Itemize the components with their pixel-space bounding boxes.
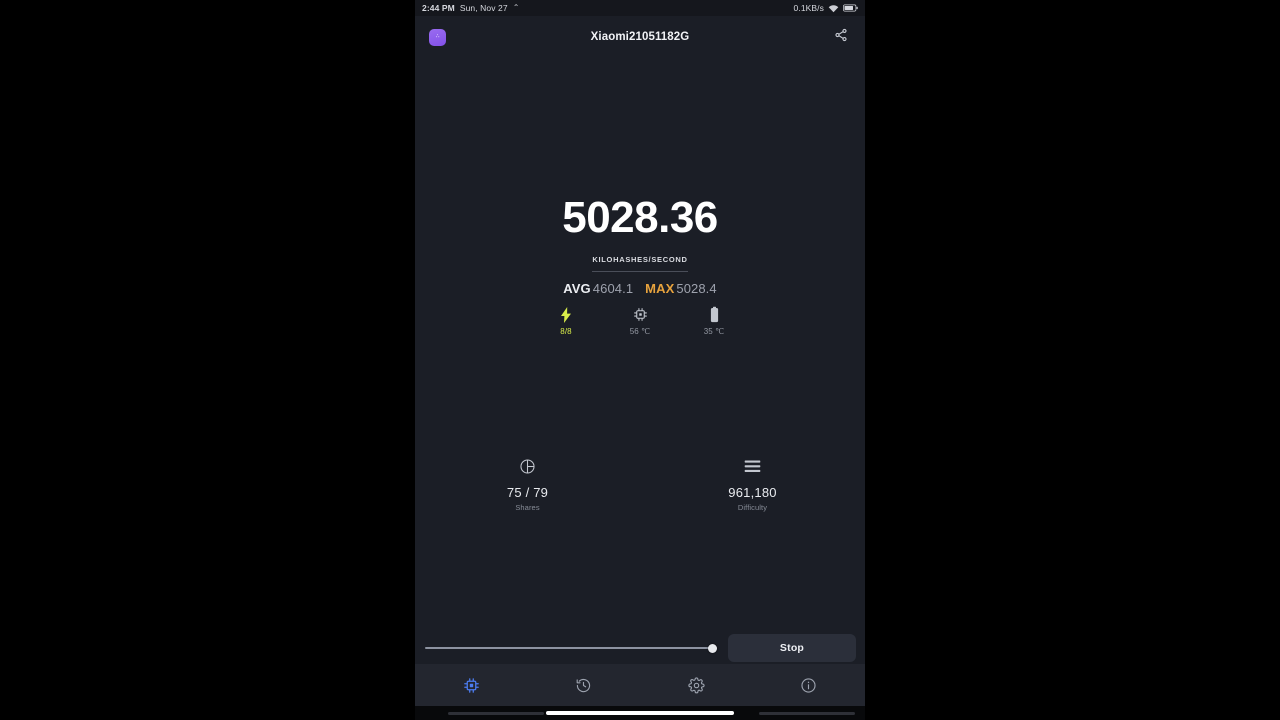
status-bar: 2:44 PM Sun, Nov 27 ⌃ 0.1KB/s — [415, 0, 865, 16]
kpi-difficulty-label: Difficulty — [737, 503, 768, 512]
control-row: Stop — [415, 632, 865, 664]
hashrate-panel: 5028.36 KILOHASHES/SECOND AVG 4604.1 MAX 50… — [415, 193, 865, 297]
battery-icon — [843, 4, 858, 12]
pie-chart-icon — [415, 456, 640, 476]
gesture-navigation-bar — [415, 706, 865, 720]
slider-track — [425, 647, 717, 649]
info-circle-icon — [800, 677, 817, 694]
hashrate-unit-wrapper: KILOHASHES/SECOND — [592, 249, 688, 272]
status-time: 2:44 PM — [422, 3, 455, 13]
app-icon[interactable]: ∴ — [429, 28, 446, 46]
history-clock-icon — [575, 677, 592, 694]
nav-item-miner[interactable] — [415, 664, 528, 706]
kpi-difficulty: 961,180 Difficulty — [640, 456, 865, 512]
avg-value: 4604.1 — [592, 281, 634, 296]
page-title: Xiaomi21051182G — [590, 31, 690, 43]
nav-item-settings[interactable] — [640, 664, 753, 706]
status-bar-right: 0.1KB/s — [794, 3, 858, 13]
stat-threads: 8/8 — [543, 306, 589, 336]
gesture-bar-inner — [415, 711, 865, 715]
lightning-bolt-icon — [543, 306, 589, 323]
kpi-shares-value: 75 / 79 — [506, 485, 549, 500]
wifi-icon — [828, 4, 839, 13]
avg-label: AVG — [563, 281, 591, 296]
network-speed-label: 0.1KB/s — [793, 3, 824, 13]
nav-item-history[interactable] — [528, 664, 641, 706]
app-header: ∴ Xiaomi21051182G — [415, 16, 865, 58]
share-icon — [834, 28, 848, 47]
kpi-row: 75 / 79 Shares 961,180 Difficulty — [415, 456, 865, 512]
status-chevron-icon: ⌃ — [512, 3, 520, 12]
status-date: Sun, Nov 27 — [459, 3, 508, 13]
slider-thumb[interactable] — [707, 643, 717, 653]
stat-cpu-temperature: 56 ℃ — [617, 306, 663, 336]
gesture-home-pill[interactable] — [546, 711, 734, 715]
stop-button[interactable]: Stop — [728, 634, 856, 662]
phone-viewport: 2:44 PM Sun, Nov 27 ⌃ 0.1KB/s ∴ Xiaomi21… — [415, 0, 865, 720]
threads-slider[interactable] — [424, 638, 718, 658]
gesture-segment-left — [448, 711, 544, 715]
battery-icon — [691, 306, 737, 323]
nav-item-info[interactable] — [753, 664, 866, 706]
max-label: MAX — [645, 281, 675, 296]
miner-dashboard: 5028.36 KILOHASHES/SECOND AVG 4604.1 MAX 50… — [415, 58, 865, 664]
kpi-difficulty-value: 961,180 — [728, 485, 777, 500]
layers-icon — [640, 456, 865, 476]
gear-icon — [688, 676, 705, 694]
max-value: 5028.4 — [676, 281, 717, 296]
stat-cpu-temperature-value: 56 ℃ — [629, 327, 651, 336]
hashrate-unit: KILOHASHES/SECOND — [592, 255, 688, 264]
stat-battery-temperature-value: 35 ℃ — [703, 327, 725, 336]
status-bar-left: 2:44 PM Sun, Nov 27 ⌃ — [422, 3, 520, 13]
bottom-navigation — [415, 664, 865, 706]
hashrate-value: 5028.36 — [562, 193, 718, 242]
kpi-shares: 75 / 79 Shares — [415, 456, 640, 512]
gesture-segment-right — [759, 711, 855, 715]
cpu-chip-icon — [463, 677, 480, 694]
cpu-chip-icon — [617, 306, 663, 323]
stat-threads-value: 8/8 — [560, 327, 572, 336]
share-button[interactable] — [831, 27, 851, 47]
kpi-shares-label: Shares — [515, 503, 540, 512]
stat-battery-temperature: 35 ℃ — [691, 306, 737, 336]
device-stats-row: 8/8 56 ℃ 35 ℃ — [415, 306, 865, 336]
screenshot-root: 2:44 PM Sun, Nov 27 ⌃ 0.1KB/s ∴ Xiaomi21… — [0, 0, 1280, 720]
avg-max-row: AVG 4604.1 MAX 5028.4 — [415, 281, 865, 296]
